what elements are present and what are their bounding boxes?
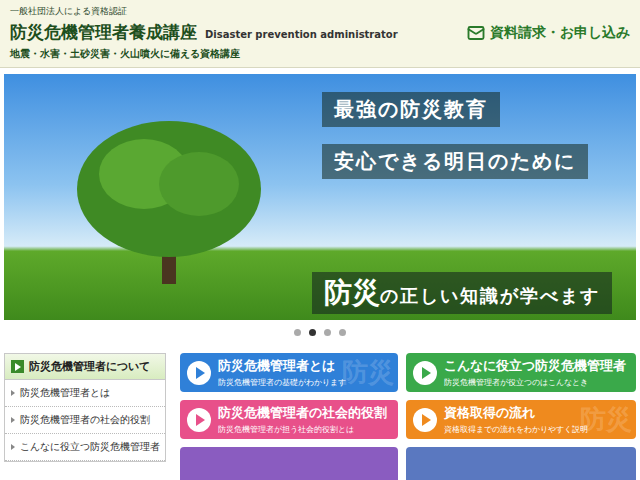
- play-square-icon: [11, 360, 24, 373]
- card-description: 防災危機管理者が役立つのはこんなとき: [444, 377, 626, 388]
- hero-caption: 最強の防災教育: [322, 92, 500, 127]
- contact-link[interactable]: 資料請求・お申し込み: [467, 24, 630, 42]
- card-title: 防災危機管理者の社会的役割: [218, 404, 387, 422]
- card-description: 防災危機管理者の基礎がわかります: [218, 377, 346, 388]
- card-description: 防災危機管理者が担う社会的役割とは: [218, 424, 387, 435]
- sidebar-item[interactable]: 防災危機管理者の社会的役割: [5, 407, 165, 434]
- play-icon: [412, 407, 438, 433]
- title-row: 防災危機管理者養成講座 Disaster prevention administr…: [10, 21, 630, 44]
- play-icon: [186, 407, 212, 433]
- card-title: 防災危機管理者とは: [218, 357, 346, 375]
- title-group: 防災危機管理者養成講座 Disaster prevention administr…: [10, 21, 398, 44]
- hero-slider[interactable]: 最強の防災教育安心できる明日のために防災の正しい知識が学べます: [4, 74, 636, 320]
- sidebar: 防災危機管理者について防災危機管理者とは防災危機管理者の社会的役割こんなに役立つ…: [4, 353, 166, 462]
- card-description: 資格取得までの流れをわかりやすく説明: [444, 424, 588, 435]
- tree-illustration: [74, 114, 264, 284]
- tagline: 一般社団法人による資格認証: [10, 5, 630, 18]
- menu-card[interactable]: こんなに役立つ防災危機管理者防災危機管理者が役立つのはこんなとき: [406, 353, 636, 392]
- play-icon: [412, 360, 438, 386]
- menu-card[interactable]: 防災資格取得の流れ資格取得までの流れをわかりやすく説明: [406, 400, 636, 439]
- catchphrase: 地震・水害・土砂災害・火山噴火に備える資格講座: [10, 47, 630, 61]
- envelope-icon: [467, 24, 485, 42]
- site-header: 一般社団法人による資格認証防災危機管理者養成講座 Disaster prevent…: [0, 0, 640, 68]
- hero-banner: 防災の正しい知識が学べます: [312, 272, 612, 314]
- menu-card[interactable]: 防災防災危機管理者とは防災危機管理者の基礎がわかります: [180, 353, 398, 392]
- menu-card[interactable]: 防災危機管理者の社会的役割防災危機管理者が担う社会的役割とは: [180, 400, 398, 439]
- sidebar-item[interactable]: 防災危機管理者とは: [5, 380, 165, 407]
- slider-dot[interactable]: [294, 329, 301, 336]
- play-icon: [186, 360, 212, 386]
- sidebar-header: 防災危機管理者について: [5, 354, 165, 380]
- card-watermark: 防災: [342, 355, 394, 390]
- menu-card[interactable]: [406, 447, 636, 480]
- slider-dot[interactable]: [309, 329, 316, 336]
- page: 一般社団法人による資格認証防災危機管理者養成講座 Disaster prevent…: [0, 0, 640, 480]
- card-title: こんなに役立つ防災危機管理者: [444, 357, 626, 375]
- card-title: 資格取得の流れ: [444, 404, 588, 422]
- english-subtitle: Disaster prevention administrator: [205, 29, 398, 40]
- site-title[interactable]: 防災危機管理者養成講座: [10, 21, 197, 44]
- arrow-icon: [11, 444, 15, 450]
- menu-card[interactable]: [180, 447, 398, 480]
- slider-dot[interactable]: [324, 329, 331, 336]
- menu-grid: 防災防災危機管理者とは防災危機管理者の基礎がわかりますこんなに役立つ防災危機管理…: [180, 353, 636, 480]
- sidebar-item[interactable]: こんなに役立つ防災危機管理者: [5, 434, 165, 461]
- slider-dot[interactable]: [339, 329, 346, 336]
- slider-dots: [0, 320, 640, 345]
- arrow-icon: [11, 390, 15, 396]
- content-area: 防災危機管理者について防災危機管理者とは防災危機管理者の社会的役割こんなに役立つ…: [0, 345, 640, 480]
- arrow-icon: [11, 417, 15, 423]
- hero-caption: 安心できる明日のために: [322, 144, 588, 179]
